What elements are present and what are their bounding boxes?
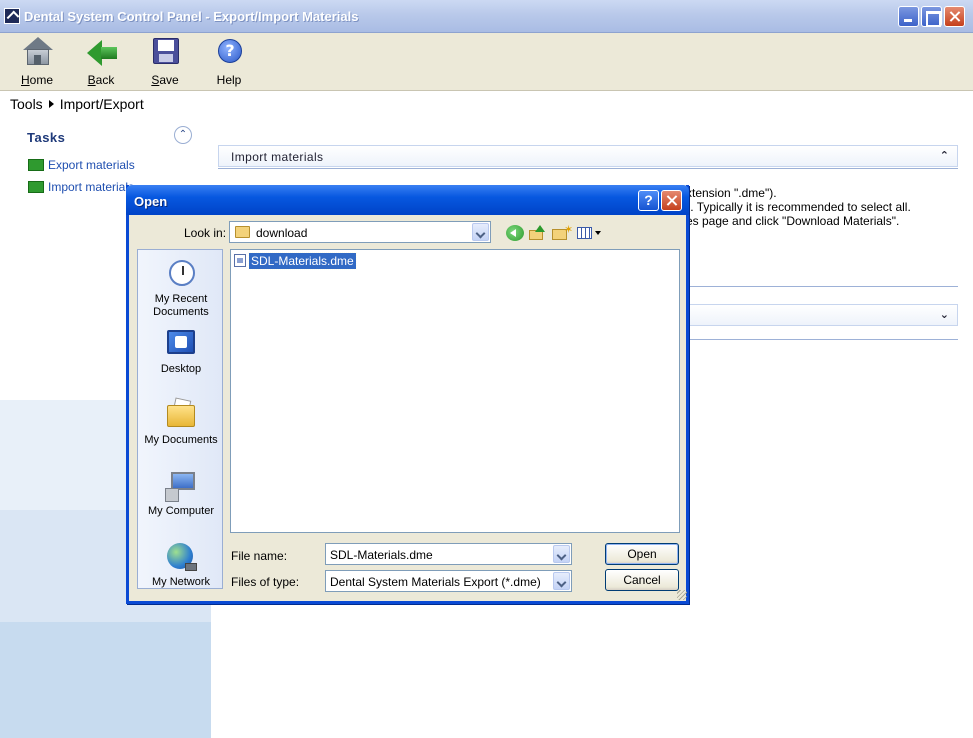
new-folder-icon[interactable]: ✶ [552,225,573,241]
place-my-network[interactable]: My Network [138,541,222,588]
file-type-dropdown-icon[interactable] [553,572,570,590]
home-label: Home [20,73,53,87]
open-dialog: Open ? Look in: download ✶ My Recent Doc… [126,185,689,604]
breadcrumb-current: Import/Export [59,96,144,112]
desc-line-3: es page and click "Download Materials". [686,214,900,228]
window-titlebar: Dental System Control Panel - Export/Imp… [0,0,973,33]
recent-documents-icon [165,258,197,290]
up-folder-icon[interactable] [529,225,547,241]
file-name-field[interactable]: SDL-Materials.dme [325,543,572,565]
dialog-titlebar: Open ? [126,185,689,215]
help-button[interactable]: ? Help [204,35,254,89]
place-my-computer[interactable]: My Computer [138,470,222,518]
maximize-button[interactable] [921,6,942,27]
file-name-label: File name: [231,549,288,563]
desktop-icon [165,328,197,360]
back-arrow-icon [86,37,118,67]
close-button[interactable] [944,6,965,27]
minimize-button[interactable] [898,6,919,27]
views-menu-icon[interactable] [577,225,603,241]
import-materials-section-header[interactable]: Import materials ⌃ [218,145,958,167]
resize-grip[interactable] [677,590,687,600]
home-icon [22,37,54,67]
save-label: Save [151,73,179,87]
places-bar: My Recent Documents Desktop My Documents… [137,249,223,589]
tasks-title: Tasks [27,130,66,145]
place-desktop[interactable]: Desktop [138,328,222,376]
export-arrow-icon [28,159,44,171]
file-name: SDL-Materials.dme [248,252,357,270]
place-recent-documents[interactable]: My Recent Documents [138,258,222,319]
save-disk-icon [150,37,182,67]
my-network-icon [165,541,197,573]
file-type-label: Files of type: [231,575,300,589]
look-in-combo[interactable]: download [229,221,491,243]
help-icon: ? [214,37,246,67]
expand-section-icon[interactable]: ⌄ [940,308,949,321]
breadcrumb: Tools Import/Export [10,96,144,112]
my-computer-icon [165,470,197,502]
dme-file-icon [234,254,246,267]
breadcrumb-arrow-icon [48,100,54,108]
dialog-help-button[interactable]: ? [638,190,659,211]
cancel-button[interactable]: Cancel [605,569,679,591]
collapse-section-icon[interactable]: ⌃ [940,149,949,162]
open-button[interactable]: Open [605,543,679,565]
section-title: Import materials [231,150,324,164]
window-title: Dental System Control Panel - Export/Imp… [24,9,359,24]
help-label: Help [216,73,242,87]
place-my-documents[interactable]: My Documents [138,397,222,447]
my-documents-icon [165,397,197,431]
look-in-value: download [256,226,308,240]
home-button[interactable]: Home [12,35,62,89]
back-icon[interactable] [506,225,524,241]
file-list[interactable]: SDL-Materials.dme [230,249,680,533]
file-type-select[interactable]: Dental System Materials Export (*.dme) [325,570,572,592]
desc-line-1: xtension ".dme"). [686,186,777,200]
desc-line-2: ". Typically it is recommended to select… [686,200,911,214]
back-button[interactable]: Back [76,35,126,89]
task-export-materials[interactable]: Export materials [28,158,135,172]
back-label: Back [87,73,115,87]
save-button[interactable]: Save [140,35,190,89]
look-in-label: Look in: [184,226,227,240]
breadcrumb-root[interactable]: Tools [10,96,43,112]
look-in-dropdown-icon[interactable] [472,223,489,241]
import-arrow-icon [28,181,44,193]
file-name-dropdown-icon[interactable] [553,545,570,563]
app-icon[interactable] [4,8,20,24]
dialog-title: Open [134,194,168,209]
dialog-close-button[interactable] [661,190,682,211]
toolbar: Home Back Save ? Help [0,33,973,91]
folder-icon [235,226,250,238]
task-import-materials[interactable]: Import materials [28,180,134,194]
collapse-tasks-icon[interactable]: ⌃ [174,126,192,144]
